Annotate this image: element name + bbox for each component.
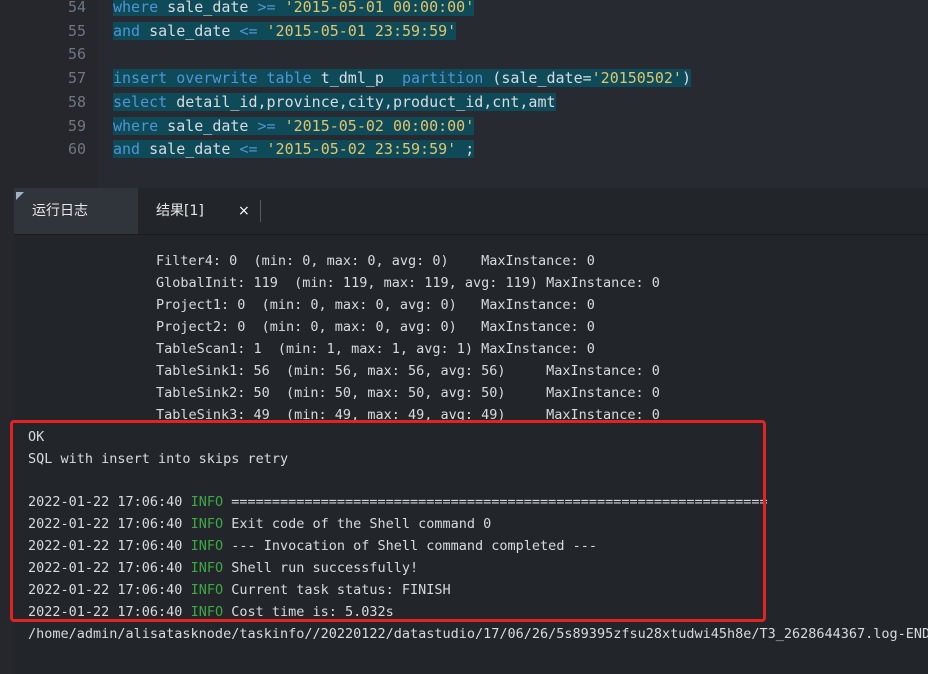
tab-run-log[interactable]: 运行日志 [14, 188, 138, 234]
code-line[interactable]: select detail_id,province,city,product_i… [113, 91, 556, 114]
tab-result-label: 结果[1] [156, 203, 204, 219]
log-path-line: /home/admin/alisatasknode/taskinfo//2022… [28, 626, 928, 642]
line-number: 57 [67, 69, 86, 87]
line-number: 55 [67, 22, 86, 40]
line-number: 56 [67, 45, 86, 63]
code-line[interactable]: where sale_date >= '2015-05-01 00:00:00' [113, 0, 475, 19]
log-stat-line: Project1: 0 (min: 0, max: 0, avg: 0) Max… [156, 297, 595, 313]
tab-divider [260, 200, 261, 222]
log-stat-line: GlobalInit: 119 (min: 119, max: 119, avg… [156, 275, 660, 291]
close-icon[interactable]: × [238, 203, 250, 219]
code-line[interactable]: where sale_date >= '2015-05-02 00:00:00' [113, 115, 475, 138]
log-stat-line: TableSink1: 56 (min: 56, max: 56, avg: 5… [156, 363, 660, 379]
line-number: 58 [67, 93, 86, 111]
line-number-gutter: 54 55 56 57 58 59 60 [0, 0, 98, 188]
log-stat-line: TableSink2: 50 (min: 50, max: 50, avg: 5… [156, 385, 660, 401]
code-line[interactable]: insert overwrite table t_dml_p partition… [113, 67, 691, 90]
output-tab-bar: 运行日志 结果[1] × [14, 188, 928, 235]
log-stat-line: TableScan1: 1 (min: 1, max: 1, avg: 1) M… [156, 341, 595, 357]
log-stat-line: Project2: 0 (min: 0, max: 0, avg: 0) Max… [156, 319, 595, 335]
tab-run-log-label: 运行日志 [32, 203, 88, 219]
highlight-box [10, 420, 766, 622]
line-number: 59 [67, 117, 86, 135]
code-line[interactable]: and sale_date <= '2015-05-01 23:59:59' [113, 20, 457, 43]
line-number: 60 [67, 140, 86, 158]
code-line[interactable]: and sale_date <= '2015-05-02 23:59:59' ; [113, 138, 475, 161]
line-number: 54 [67, 0, 86, 16]
log-stat-line: Filter4: 0 (min: 0, max: 0, avg: 0) MaxI… [156, 253, 595, 269]
